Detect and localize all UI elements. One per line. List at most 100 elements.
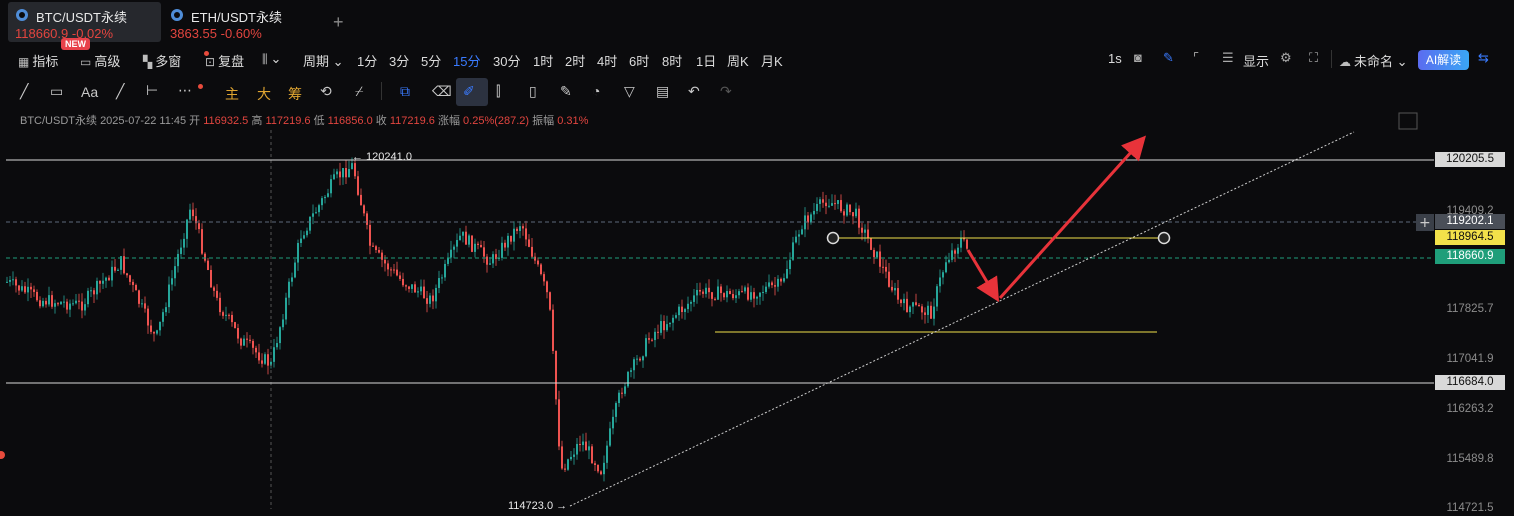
candle-body xyxy=(57,303,59,305)
candle-body xyxy=(258,352,260,361)
candle-body xyxy=(234,322,236,329)
candle-body xyxy=(78,300,80,302)
candle-body xyxy=(678,306,680,316)
candle-body xyxy=(450,249,452,258)
mark-price-label: 119202.1 xyxy=(1435,214,1505,229)
candle-body xyxy=(342,167,344,178)
candle-body xyxy=(585,441,587,451)
candle-body xyxy=(768,282,770,287)
candle-body xyxy=(552,309,554,351)
candle-body xyxy=(732,294,734,299)
candle-body xyxy=(480,244,482,248)
candle-body xyxy=(267,354,269,366)
candle-body xyxy=(876,251,878,258)
candle-body xyxy=(453,246,455,250)
price-chart[interactable]: ← 120241.0 114723.0 → + xyxy=(0,0,1514,509)
candle-body xyxy=(966,239,968,249)
candle-body xyxy=(333,174,335,180)
candle-body xyxy=(594,463,596,466)
candle-body xyxy=(954,250,956,254)
candle-body xyxy=(939,277,941,287)
candle-body xyxy=(204,253,206,261)
trendline[interactable] xyxy=(569,131,1355,507)
candle-body xyxy=(528,239,530,247)
candle-body xyxy=(894,288,896,291)
candle-body xyxy=(45,300,47,305)
candle-body xyxy=(432,295,434,302)
candle-body xyxy=(501,242,503,258)
candle-body xyxy=(549,292,551,310)
candle-body xyxy=(69,303,71,310)
candle-body xyxy=(774,285,776,287)
candle-body xyxy=(786,269,788,279)
candle-body xyxy=(306,230,308,236)
candle-body xyxy=(177,253,179,267)
candle-body xyxy=(891,286,893,291)
candle-body xyxy=(675,315,677,318)
candle-body xyxy=(726,291,728,298)
candle-body xyxy=(411,284,413,289)
drawn-line-price-label: 118964.5 xyxy=(1435,230,1505,245)
candle-body xyxy=(567,459,569,470)
candle-body xyxy=(591,446,593,464)
candle-body xyxy=(873,249,875,258)
candle-body xyxy=(273,347,275,362)
candle-body xyxy=(543,274,545,282)
candle-body xyxy=(318,205,320,213)
candle-body xyxy=(744,287,746,292)
candle-body xyxy=(156,330,158,334)
candle-body xyxy=(753,292,755,299)
candle-body xyxy=(486,256,488,265)
candle-body xyxy=(261,360,263,364)
candle-body xyxy=(456,240,458,247)
candle-body xyxy=(27,286,29,293)
candle-body xyxy=(51,295,53,307)
candle-body xyxy=(414,284,416,293)
candle-body xyxy=(372,245,374,247)
candle-body xyxy=(945,262,947,273)
arrow-up xyxy=(998,135,1147,300)
candle-body xyxy=(909,306,911,313)
candle-body xyxy=(681,306,683,313)
candle-body xyxy=(186,219,188,239)
candle-body xyxy=(321,198,323,206)
candle-body xyxy=(687,303,689,310)
candle-body xyxy=(828,205,830,207)
candle-body xyxy=(813,210,815,215)
candle-body xyxy=(15,279,17,286)
candle-body xyxy=(942,272,944,278)
candle-body xyxy=(438,278,440,288)
candle-body xyxy=(816,203,818,211)
candle-body xyxy=(762,292,764,294)
candle-body xyxy=(237,328,239,339)
candle-body xyxy=(360,194,362,206)
candle-body xyxy=(354,163,356,177)
expand-chart-icon[interactable] xyxy=(1398,112,1418,130)
candle-body xyxy=(423,286,425,299)
candle-body xyxy=(33,289,35,292)
candle-body xyxy=(627,371,629,387)
axis-tick: 116263.2 xyxy=(1446,403,1494,415)
candle-body xyxy=(84,304,86,311)
candle-body xyxy=(117,269,119,271)
candle-body xyxy=(708,287,710,293)
candle-body xyxy=(60,301,62,305)
candle-body xyxy=(24,286,26,293)
candle-body xyxy=(861,227,863,233)
candle-body xyxy=(648,338,650,340)
candle-body xyxy=(159,321,161,331)
candle-body xyxy=(483,247,485,257)
candle-body xyxy=(75,300,77,304)
candle-body xyxy=(96,280,98,295)
candle-body xyxy=(111,266,113,281)
candle-body xyxy=(315,212,317,214)
candle-body xyxy=(711,292,713,299)
segment-handle-left[interactable] xyxy=(826,231,840,245)
candle-body xyxy=(822,199,824,203)
candlestick-series xyxy=(6,157,968,482)
candle-body xyxy=(510,235,512,242)
candle-body xyxy=(705,287,707,294)
candle-body xyxy=(810,214,812,223)
segment-handle-right[interactable] xyxy=(1157,231,1171,245)
candle-body xyxy=(780,278,782,282)
